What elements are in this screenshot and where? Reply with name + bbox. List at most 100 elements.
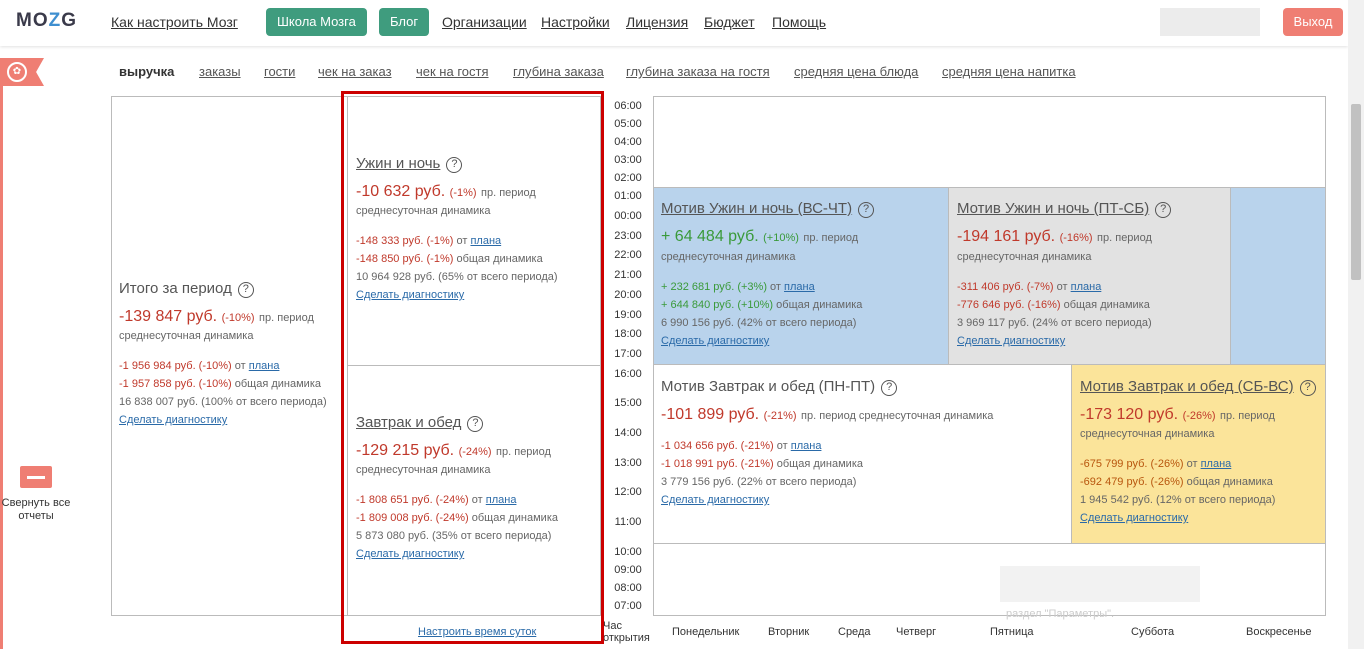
motiv-breakfast-weekdays-diagnostics-link[interactable]: Сделать диагностику (661, 491, 1063, 509)
nav-how-to[interactable]: Как настроить Мозг (111, 14, 238, 30)
hour-label: 12:00 (614, 486, 642, 498)
hour-label: 02:00 (614, 172, 642, 184)
hour-label: 06:00 (614, 100, 642, 112)
motiv-breakfast-weekend-value: -173 120 руб. (1080, 406, 1179, 423)
help-icon[interactable]: ? (237, 282, 254, 298)
collapse-icon[interactable] (20, 466, 52, 488)
motiv-breakfast-weekend-plan-link[interactable]: плана (1201, 458, 1232, 470)
hour-label: 03:00 (614, 154, 642, 166)
help-icon[interactable]: ? (881, 380, 898, 396)
total-diagnostics-link[interactable]: Сделать диагностику (119, 411, 339, 429)
motiv-dinner-weekdays-title[interactable]: Мотив Ужин и ночь (ВС-ЧТ) (661, 200, 852, 217)
total-plan-link[interactable]: плана (249, 360, 280, 372)
tab-order-depth[interactable]: глубина заказа (513, 64, 604, 79)
total-card: Итого за период? -139 847 руб. (-10%) пр… (113, 280, 345, 429)
total-share: 16 838 007 руб. (100% от всего периода) (119, 396, 327, 408)
motiv-dinner-weekend-plan-value: -311 406 руб. (-7%) (957, 281, 1054, 293)
motiv-dinner-weekend-plan-link[interactable]: плана (1071, 281, 1102, 293)
blurred-hint-text: раздел "Параметры". (1006, 608, 1115, 620)
total-title-row: Итого за период? (119, 280, 339, 298)
motiv-breakfast-weekdays-title[interactable]: Мотив Завтрак и обед (ПН-ПТ) (661, 378, 875, 395)
hour-label: 04:00 (614, 136, 642, 148)
nav-license[interactable]: Лицензия (626, 14, 688, 30)
hour-label: 23:00 (614, 230, 642, 242)
logo[interactable]: MOZG (16, 10, 77, 32)
motiv-dinner-weekdays-dynamics-value: + 644 840 руб. (+10%) (661, 299, 774, 311)
hour-label: 10:00 (614, 546, 642, 558)
tab-guests[interactable]: гости (264, 64, 295, 79)
motiv-dinner-weekend-share: 3 969 117 руб. (24% от всего периода) (957, 317, 1152, 329)
day-label: Вторник (768, 626, 810, 638)
user-name-blurred (1160, 8, 1260, 36)
motiv-dinner-weekend-dynamics-value: -776 646 руб. (-16%) (957, 299, 1061, 311)
total-value: -139 847 руб. (119, 308, 218, 325)
motiv-breakfast-weekend-dynamics-value: -692 479 руб. (-26%) (1080, 476, 1184, 488)
day-label: Среда (838, 626, 871, 638)
hour-label: 01:00 (614, 190, 642, 202)
help-icon[interactable]: ? (858, 202, 875, 218)
motiv-breakfast-weekdays-plan-text: от (776, 440, 788, 452)
hour-label: 19:00 (614, 309, 642, 321)
scrollbar-thumb[interactable] (1351, 104, 1361, 280)
day-label: Четверг (896, 626, 937, 638)
top-bar: MOZG Как настроить Мозг Школа Мозга Блог… (0, 0, 1348, 46)
help-icon[interactable]: ? (1155, 202, 1172, 218)
collapse-all-label[interactable]: Свернуть все отчеты (0, 497, 72, 523)
motiv-breakfast-weekdays-pct: (-21%) (763, 410, 797, 422)
day-label: Пятница (990, 626, 1034, 638)
motiv-breakfast-weekend-share: 1 945 542 руб. (12% от всего периода) (1080, 494, 1276, 506)
motiv-dinner-weekdays-plan-value: + 232 681 руб. (+3%) (661, 281, 767, 293)
tab-order-depth-guest[interactable]: глубина заказа на гостя (626, 64, 770, 79)
day-label: Понедельник (672, 626, 740, 638)
hour-label: 11:00 (614, 516, 642, 528)
nav-blog-button[interactable]: Блог (379, 8, 430, 36)
motiv-dinner-weekend-diagnostics-link[interactable]: Сделать диагностику (957, 332, 1223, 350)
brain-icon[interactable]: ✿ (7, 62, 27, 82)
motiv-dinner-weekend-title[interactable]: Мотив Ужин и ночь (ПТ-СБ) (957, 200, 1149, 217)
total-desc2: среднесуточная динамика (119, 330, 254, 342)
total-dynamics-value: -1 957 858 руб. (-10%) (119, 378, 232, 390)
total-title: Итого за период (119, 280, 232, 297)
motiv-dinner-weekdays-diagnostics-link[interactable]: Сделать диагностику (661, 332, 941, 350)
motiv-breakfast-weekdays-plan-link[interactable]: плана (791, 440, 822, 452)
highlight-frame (341, 91, 604, 644)
tab-check-per-order[interactable]: чек на заказ (318, 64, 392, 79)
motiv-breakfast-weekend-plan-value: -675 799 руб. (-26%) (1080, 458, 1184, 470)
motiv-breakfast-weekdays-dynamics-value: -1 018 991 руб. (-21%) (661, 458, 774, 470)
motiv-breakfast-weekend-pct: (-26%) (1182, 410, 1216, 422)
hour-label: 09:00 (614, 564, 642, 576)
exit-button[interactable]: Выход (1283, 8, 1343, 36)
motiv-dinner-weekdays-plan-link[interactable]: плана (784, 281, 815, 293)
total-dynamics-text: общая динамика (234, 378, 321, 390)
hour-label: 14:00 (614, 427, 642, 439)
tab-avg-drink-price[interactable]: средняя цена напитка (942, 64, 1076, 79)
help-icon[interactable]: ? (1299, 380, 1316, 396)
total-plan-text: от (234, 360, 246, 372)
motiv-breakfast-weekend-title[interactable]: Мотив Завтрак и обед (СБ-ВС) (1080, 378, 1294, 395)
tab-avg-dish-price[interactable]: средняя цена блюда (794, 64, 918, 79)
scrollbar[interactable] (1348, 0, 1364, 649)
tab-orders[interactable]: заказы (199, 64, 241, 79)
motiv-dinner-sunday-bg (1230, 187, 1326, 365)
nav-settings[interactable]: Настройки (541, 14, 610, 30)
blurred-hint-box (1000, 566, 1200, 602)
tab-check-per-guest[interactable]: чек на гостя (416, 64, 489, 79)
motiv-breakfast-weekdays-share: 3 779 156 руб. (22% от всего периода) (661, 476, 857, 488)
motiv-breakfast-weekend-card: Мотив Завтрак и обед (СБ-ВС)? -173 120 р… (1074, 378, 1324, 527)
hour-label: 13:00 (614, 457, 642, 469)
hour-label: 07:00 (614, 600, 642, 612)
total-pct: (-10%) (221, 312, 255, 324)
motiv-dinner-weekdays-plan-text: от (770, 281, 781, 293)
hour-label: 21:00 (614, 269, 642, 281)
total-plan-value: -1 956 984 руб. (-10%) (119, 360, 232, 372)
nav-school-button[interactable]: Школа Мозга (266, 8, 367, 36)
nav-organizations[interactable]: Организации (442, 14, 527, 30)
motiv-breakfast-weekend-diagnostics-link[interactable]: Сделать диагностику (1080, 509, 1318, 527)
opening-hour-label: Час открытия (603, 620, 650, 644)
motiv-breakfast-weekend-desc1: пр. период (1220, 410, 1275, 422)
motiv-dinner-weekdays-value: + 64 484 руб. (661, 228, 759, 245)
hour-label: 00:00 (614, 210, 642, 222)
nav-budget[interactable]: Бюджет (704, 14, 755, 30)
tab-revenue[interactable]: выручка (119, 64, 174, 79)
nav-help[interactable]: Помощь (772, 14, 826, 30)
